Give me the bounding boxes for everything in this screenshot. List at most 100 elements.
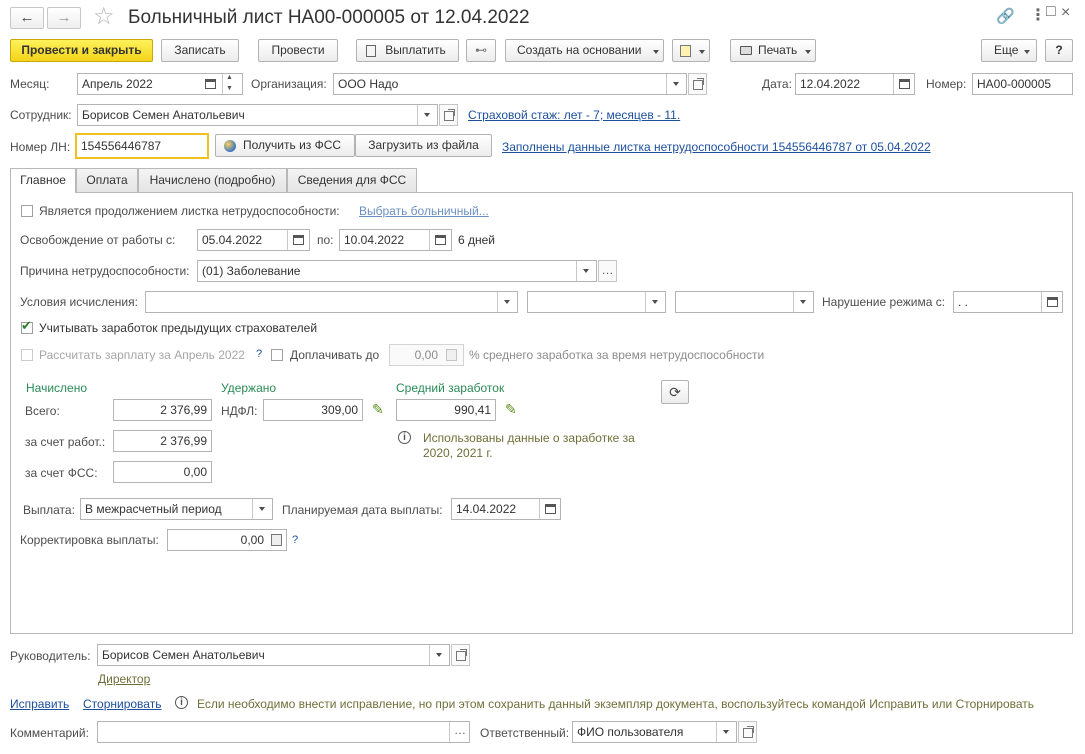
calc-salary-help[interactable]: ?: [256, 347, 262, 361]
chevron-down-icon[interactable]: [800, 300, 806, 304]
calendar-icon[interactable]: [899, 79, 910, 89]
cause-field[interactable]: (01) Заболевание: [197, 260, 597, 282]
conditions-field-1[interactable]: [145, 291, 518, 313]
date-field[interactable]: 12.04.2022: [795, 73, 915, 95]
chevron-down-icon: [699, 50, 705, 54]
open-icon: [444, 109, 455, 121]
get-from-fss-button[interactable]: Получить из ФСС: [215, 134, 355, 157]
open-organization-button[interactable]: [688, 73, 707, 95]
pay-label: Выплатить: [385, 43, 446, 57]
head-field-divider: [429, 645, 430, 665]
tab-fss-info[interactable]: Сведения для ФСС: [287, 168, 417, 192]
employer-part-label: за счет работ.:: [25, 435, 106, 449]
chevron-down-icon: [805, 50, 811, 54]
chevron-down-icon[interactable]: [723, 730, 729, 734]
open-employee-button[interactable]: [439, 104, 458, 126]
create-based-button[interactable]: Создать на основании: [505, 39, 664, 62]
payout-field[interactable]: В межрасчетный период: [80, 498, 273, 520]
more-button[interactable]: Еще: [981, 39, 1037, 62]
print-button[interactable]: Печать: [730, 39, 816, 62]
fix-link[interactable]: Исправить: [10, 697, 69, 711]
help-button[interactable]: ?: [1045, 39, 1073, 62]
comment-divider: [449, 722, 450, 742]
tab-payment[interactable]: Оплата: [76, 168, 138, 192]
back-button[interactable]: ←: [10, 7, 44, 29]
correction-field[interactable]: 0,00: [167, 529, 287, 551]
number-field[interactable]: НА00-000005: [972, 73, 1073, 95]
responsible-field[interactable]: ФИО пользователя: [572, 721, 737, 743]
comment-field[interactable]: [97, 721, 470, 743]
storno-link[interactable]: Сторнировать: [83, 697, 161, 711]
calendar-icon[interactable]: [435, 235, 446, 245]
employee-field[interactable]: Борисов Семен Анатольевич: [77, 104, 438, 126]
month-spin-up-icon[interactable]: ▲: [226, 73, 233, 83]
favorite-star-icon[interactable]: ☆: [93, 3, 115, 31]
open-head-button[interactable]: [451, 644, 470, 666]
more-label: Еще: [994, 43, 1019, 57]
write-button[interactable]: Записать: [161, 39, 239, 62]
date-label: Дата:: [762, 77, 792, 91]
calc-salary-checkbox[interactable]: [21, 349, 33, 361]
tab-main[interactable]: Главное: [10, 168, 76, 193]
chevron-down-icon[interactable]: [259, 507, 265, 511]
load-from-file-button[interactable]: Загрузить из файла: [355, 134, 492, 157]
chevron-down-icon[interactable]: [652, 300, 658, 304]
organization-field[interactable]: ООО Надо: [333, 73, 687, 95]
average-note-line1: Использованы данные о заработке за: [423, 431, 635, 445]
payout-divider: [252, 499, 253, 519]
conditions-divider-2: [645, 292, 646, 312]
chevron-down-icon[interactable]: [583, 269, 589, 273]
month-field-divider: [222, 74, 223, 94]
chevron-down-icon[interactable]: [504, 300, 510, 304]
edit-pencil-icon[interactable]: ✎: [505, 401, 517, 418]
edit-pencil-icon[interactable]: ✎: [372, 401, 384, 418]
tab-accrued-detailed[interactable]: Начислено (подробно): [138, 168, 287, 192]
attach-button[interactable]: ⊷: [466, 39, 496, 62]
chevron-down-icon[interactable]: [673, 82, 679, 86]
filled-data-link[interactable]: Заполнены данные листка нетрудоспособнос…: [502, 140, 931, 154]
calculator-icon: [446, 349, 457, 361]
head-field[interactable]: Борисов Семен Анатольевич: [97, 644, 450, 666]
release-from-label: Освобождение от работы с:: [20, 233, 176, 247]
add-pay-checkbox[interactable]: [271, 349, 283, 361]
open-responsible-button[interactable]: [738, 721, 757, 743]
month-field[interactable]: Апрель 2022: [77, 73, 243, 95]
payout-label: Выплата:: [23, 503, 75, 517]
comment-edit-button[interactable]: …: [452, 721, 468, 741]
calendar-icon[interactable]: [293, 235, 304, 245]
sick-list-number-field[interactable]: 154556446787: [75, 133, 209, 159]
month-spin-down-icon[interactable]: ▼: [226, 84, 233, 94]
head-label: Руководитель:: [10, 649, 91, 663]
refresh-button[interactable]: ⟳: [661, 380, 689, 404]
link-icon[interactable]: 🔗: [996, 7, 1015, 25]
post-button[interactable]: Провести: [258, 39, 338, 62]
maximize-icon[interactable]: □: [1046, 3, 1056, 21]
average-earnings-field: 990,41: [396, 399, 496, 421]
correction-help[interactable]: ?: [292, 533, 298, 547]
ndfl-label: НДФЛ:: [221, 404, 258, 418]
close-icon[interactable]: ×: [1061, 4, 1070, 22]
continuation-checkbox[interactable]: [21, 205, 33, 217]
consider-previous-checkbox[interactable]: ✔: [21, 319, 33, 334]
calculator-icon[interactable]: [271, 534, 282, 546]
chevron-down-icon[interactable]: [436, 653, 442, 657]
structure-icon: [680, 45, 691, 57]
calendar-icon[interactable]: [205, 79, 216, 89]
correction-label: Корректировка выплаты:: [20, 533, 159, 547]
info-icon: i: [398, 431, 411, 444]
paperclip-icon: ⊷: [475, 43, 487, 57]
more-vertical-icon[interactable]: ⋮: [1030, 5, 1046, 25]
post-and-close-button[interactable]: Провести и закрыть: [10, 39, 153, 62]
pay-button[interactable]: Выплатить: [356, 39, 459, 62]
structure-button[interactable]: [672, 39, 710, 62]
choose-sick-list-link[interactable]: Выбрать больничный...: [359, 204, 489, 218]
date-field-divider: [893, 74, 894, 94]
sick-list-number-label: Номер ЛН:: [10, 140, 71, 154]
calendar-icon[interactable]: [545, 504, 556, 514]
calendar-icon[interactable]: [1047, 297, 1058, 307]
cause-select-button[interactable]: …: [598, 260, 617, 282]
forward-button[interactable]: →: [47, 7, 81, 29]
fss-globe-icon: [224, 140, 236, 152]
chevron-down-icon[interactable]: [424, 113, 430, 117]
insurance-experience-link[interactable]: Страховой стаж: лет - 7; месяцев - 11.: [468, 108, 680, 122]
